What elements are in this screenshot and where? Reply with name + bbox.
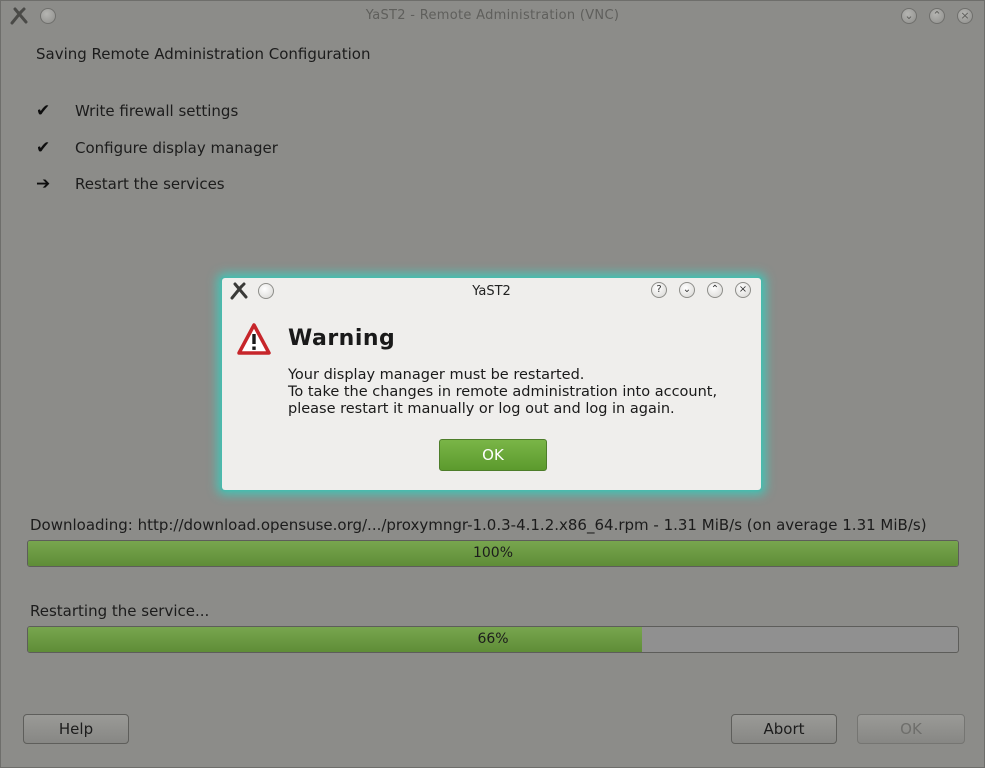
step-label: Configure display manager <box>75 139 278 157</box>
warning-icon <box>237 323 271 355</box>
help-icon[interactable]: ? <box>651 282 667 298</box>
abort-button[interactable]: Abort <box>731 714 837 744</box>
progress-percent: 66% <box>477 631 509 647</box>
maximize-icon[interactable]: ⌃ <box>929 8 945 24</box>
window-titlebar[interactable]: YaST2 - Remote Administration (VNC) ⌄ ⌃ … <box>1 1 984 31</box>
dialog-message-line: To take the changes in remote administra… <box>288 384 718 400</box>
dialog-message-line: please restart it manually or log out an… <box>288 401 675 417</box>
step-label: Restart the services <box>75 175 225 193</box>
maximize-icon[interactable]: ⌃ <box>707 282 723 298</box>
arrow-right-icon: ➔ <box>36 174 51 194</box>
help-button[interactable]: Help <box>23 714 129 744</box>
ok-button[interactable]: OK <box>857 714 965 744</box>
step-label: Write firewall settings <box>75 102 239 120</box>
dialog-ok-button[interactable]: OK <box>439 439 547 471</box>
download-progress-bar: 100% <box>27 540 959 567</box>
minimize-icon[interactable]: ⌄ <box>679 282 695 298</box>
check-icon: ✔ <box>36 138 51 158</box>
close-icon[interactable]: × <box>735 282 751 298</box>
check-icon: ✔ <box>36 101 51 121</box>
window-title: YaST2 - Remote Administration (VNC) <box>365 8 620 23</box>
close-icon[interactable]: × <box>957 8 973 24</box>
minimize-icon[interactable]: ⌄ <box>901 8 917 24</box>
download-progress-label: Downloading: http://download.opensuse.or… <box>30 516 927 534</box>
restart-progress-label: Restarting the service... <box>30 602 210 620</box>
progress-percent: 100% <box>472 545 514 561</box>
page-heading: Saving Remote Administration Configurati… <box>36 45 371 63</box>
dialog-message-line: Your display manager must be restarted. <box>288 367 585 383</box>
restart-progress-bar: 66% <box>27 626 959 653</box>
warning-dialog: YaST2 ? ⌄ ⌃ × Warning Your display manag… <box>222 278 761 490</box>
dialog-heading: Warning <box>288 326 396 351</box>
